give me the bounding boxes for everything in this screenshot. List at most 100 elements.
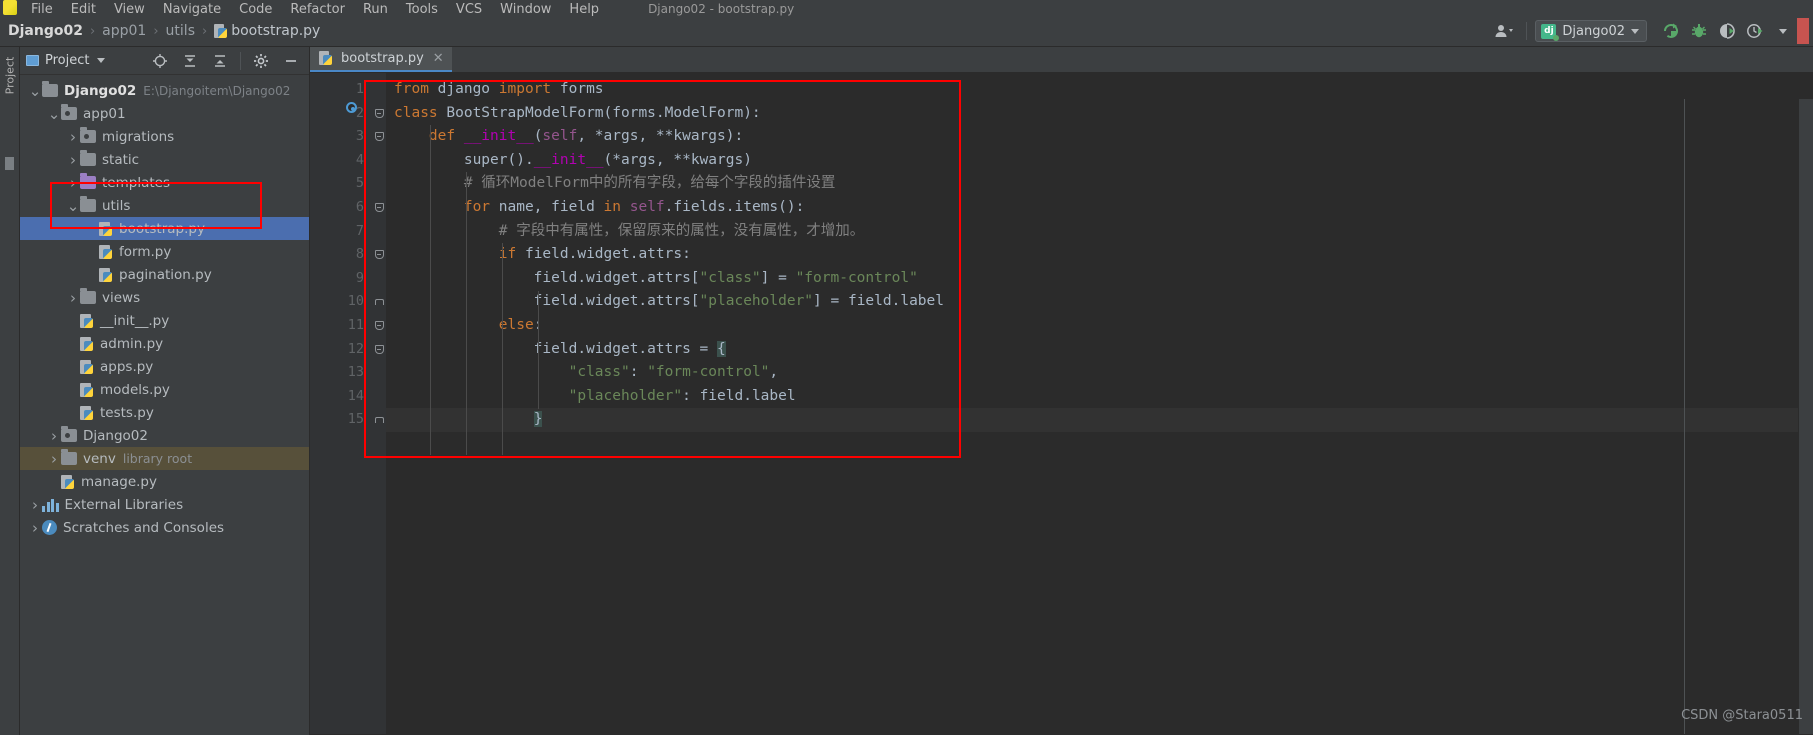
tree-row[interactable]: manage.py xyxy=(20,470,309,493)
tree-row[interactable]: models.py xyxy=(20,378,309,401)
chevron-right-icon[interactable]: › xyxy=(66,289,80,307)
structure-strip-icon[interactable] xyxy=(5,157,14,170)
menu-item-edit[interactable]: Edit xyxy=(62,3,105,16)
fold-marker[interactable] xyxy=(372,290,386,314)
code-line[interactable]: # 循环ModelForm中的所有字段，给每个字段的插件设置 xyxy=(386,172,1813,196)
chevron-down-icon[interactable] xyxy=(1769,18,1797,44)
menu-item-vcs[interactable]: VCS xyxy=(447,3,491,16)
fold-marker[interactable] xyxy=(372,314,386,338)
breadcrumb-item-file[interactable]: bootstrap.py xyxy=(231,23,320,39)
tree-row[interactable]: ⌄ app01 xyxy=(20,102,309,125)
settings-gear-icon[interactable] xyxy=(247,48,275,74)
chevron-down-icon[interactable]: ⌄ xyxy=(28,83,42,98)
tree-row[interactable]: › Django02 xyxy=(20,424,309,447)
breadcrumb-item-project[interactable]: Django02 xyxy=(8,23,83,39)
breadcrumb-item-utils[interactable]: utils xyxy=(166,23,195,39)
tree-row[interactable]: apps.py xyxy=(20,355,309,378)
locate-icon[interactable] xyxy=(146,48,174,74)
code-folding-gutter[interactable] xyxy=(372,73,386,734)
chevron-right-icon[interactable]: › xyxy=(66,151,80,169)
breakpoint-marker-icon[interactable] xyxy=(346,102,359,115)
tree-row[interactable]: __init__.py xyxy=(20,309,309,332)
stop-indicator[interactable] xyxy=(1797,18,1809,44)
editor-tab-bootstrap[interactable]: bootstrap.py ✕ xyxy=(310,47,452,72)
chevron-right-icon[interactable]: › xyxy=(47,427,61,445)
chevron-down-icon[interactable] xyxy=(97,58,106,63)
editor-scrollbar[interactable] xyxy=(1798,99,1813,734)
tree-row[interactable]: ⌄ utils xyxy=(20,194,309,217)
tree-row[interactable]: bootstrap.py xyxy=(20,217,309,240)
fold-marker[interactable] xyxy=(372,102,386,126)
menu-item-code[interactable]: Code xyxy=(230,3,281,16)
fold-marker[interactable] xyxy=(372,125,386,149)
tree-row[interactable]: › External Libraries xyxy=(20,493,309,516)
run-with-coverage-icon[interactable] xyxy=(1713,18,1741,44)
code-line[interactable]: field.widget.attrs = { xyxy=(386,338,1813,362)
tree-row[interactable]: form.py xyxy=(20,240,309,263)
chevron-right-icon[interactable]: › xyxy=(47,450,61,468)
chevron-right-icon[interactable]: › xyxy=(28,519,42,537)
collapse-all-icon[interactable] xyxy=(206,48,234,74)
code-line[interactable]: class BootStrapModelForm(forms.ModelForm… xyxy=(386,102,1813,126)
code-line[interactable]: if field.widget.attrs: xyxy=(386,243,1813,267)
chevron-right-icon[interactable]: › xyxy=(28,496,42,514)
pycharm-logo-icon xyxy=(3,0,17,15)
tree-row[interactable]: ⌄ Django02 E:\Djangoitem\Django02 xyxy=(20,79,309,102)
tree-row-label: External Libraries xyxy=(64,496,184,513)
project-tree[interactable]: ⌄ Django02 E:\Djangoitem\Django02 ⌄ app01 › mi… xyxy=(20,75,309,539)
close-icon[interactable]: ✕ xyxy=(433,51,444,66)
tool-window-button-project[interactable]: Project xyxy=(4,50,17,102)
menu-item-help[interactable]: Help xyxy=(560,3,608,16)
menu-item-refactor[interactable]: Refactor xyxy=(281,3,354,16)
tree-row[interactable]: admin.py xyxy=(20,332,309,355)
menu-item-window[interactable]: Window xyxy=(491,3,560,16)
menu-item-run[interactable]: Run xyxy=(354,3,397,16)
code-line[interactable]: # 字段中有属性，保留原来的属性，没有属性，才增加。 xyxy=(386,220,1813,244)
fold-marker[interactable] xyxy=(372,408,386,432)
tree-row[interactable]: › static xyxy=(20,148,309,171)
fold-marker xyxy=(372,149,386,173)
debug-bug-icon[interactable] xyxy=(1685,18,1713,44)
code-line[interactable]: field.widget.attrs["placeholder"] = fiel… xyxy=(386,290,1813,314)
fold-marker[interactable] xyxy=(372,243,386,267)
code-token: # 循环ModelForm中的所有字段，给每个字段的插件设置 xyxy=(394,175,836,192)
chevron-down-icon[interactable]: ⌄ xyxy=(66,198,80,213)
profile-icon[interactable] xyxy=(1741,18,1769,44)
code-line[interactable]: } xyxy=(386,408,1813,432)
user-icon[interactable] xyxy=(1490,18,1518,44)
code-line[interactable]: "placeholder": field.label xyxy=(386,385,1813,409)
fold-marker[interactable] xyxy=(372,338,386,362)
editor-area: bootstrap.py ✕ 1 2 3 4 5 6 7 8 9 10 11 12 13 14 15 fro… xyxy=(310,47,1813,735)
code-line[interactable]: "class": "form-control", xyxy=(386,361,1813,385)
menu-item-tools[interactable]: Tools xyxy=(397,3,447,16)
hide-panel-icon[interactable] xyxy=(277,48,305,74)
tree-row-label: manage.py xyxy=(81,473,157,490)
code-line[interactable]: super().__init__(*args, **kwargs) xyxy=(386,149,1813,173)
chevron-down-icon[interactable]: ⌄ xyxy=(47,106,61,121)
expand-all-icon[interactable] xyxy=(176,48,204,74)
code-line[interactable]: from django import forms xyxy=(386,78,1813,102)
tree-row[interactable]: › templates xyxy=(20,171,309,194)
line-number-gutter: 1 2 3 4 5 6 7 8 9 10 11 12 13 14 15 xyxy=(310,73,372,734)
menu-item-file[interactable]: File xyxy=(22,3,62,16)
code-line[interactable]: else: xyxy=(386,314,1813,338)
code-line[interactable]: def __init__(self, *args, **kwargs): xyxy=(386,125,1813,149)
code-line[interactable]: for name, field in self.fields.items(): xyxy=(386,196,1813,220)
fold-marker[interactable] xyxy=(372,196,386,220)
code-editor[interactable]: 1 2 3 4 5 6 7 8 9 10 11 12 13 14 15 from django import… xyxy=(310,73,1813,734)
tree-row[interactable]: tests.py xyxy=(20,401,309,424)
tree-row[interactable]: › views xyxy=(20,286,309,309)
tree-row[interactable]: pagination.py xyxy=(20,263,309,286)
chevron-right-icon[interactable]: › xyxy=(66,174,80,192)
breadcrumb-item-app01[interactable]: app01 xyxy=(102,23,146,39)
run-configuration-selector[interactable]: dj Django02 xyxy=(1535,20,1647,42)
menu-item-view[interactable]: View xyxy=(105,3,154,16)
tree-row[interactable]: › venv library root xyxy=(20,447,309,470)
menu-item-navigate[interactable]: Navigate xyxy=(154,3,230,16)
code-content[interactable]: from django import forms class BootStrapM… xyxy=(386,73,1813,734)
tree-row[interactable]: › migrations xyxy=(20,125,309,148)
chevron-right-icon[interactable]: › xyxy=(66,128,80,146)
run-icon[interactable] xyxy=(1657,18,1685,44)
tree-row[interactable]: › Scratches and Consoles xyxy=(20,516,309,539)
code-line[interactable]: field.widget.attrs["class"] = "form-cont… xyxy=(386,267,1813,291)
